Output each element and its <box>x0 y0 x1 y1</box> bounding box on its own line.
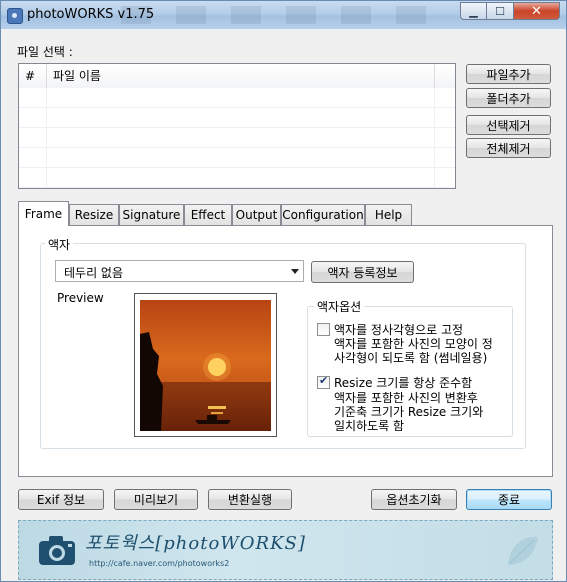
resize-comply-description: 액자를 포함한 사진의 변환후 기준축 크기가 Resize 크기와 일치하도록… <box>334 391 483 433</box>
exit-button[interactable]: 종료 <box>466 489 552 510</box>
file-list[interactable]: # 파일 이름 <box>18 63 456 189</box>
banner-title: 포토웍스[photoWORKS] <box>85 533 306 554</box>
frame-register-button[interactable]: 액자 등록정보 <box>311 261 414 283</box>
file-list-rows <box>19 88 455 188</box>
square-frame-checkbox[interactable] <box>317 323 330 336</box>
resize-comply-label[interactable]: Resize 크기를 항상 준수함 <box>334 374 472 391</box>
column-file-name[interactable]: 파일 이름 <box>47 64 435 88</box>
exif-info-button[interactable]: Exif 정보 <box>18 489 104 510</box>
title-bar-background <box>121 6 441 24</box>
chevron-down-icon <box>291 269 299 274</box>
resize-comply-desc-line: 기준축 크기가 Resize 크기와 <box>334 405 484 419</box>
tab-configuration[interactable]: Configuration <box>281 204 365 225</box>
frame-combo-value: 테두리 없음 <box>64 266 124 280</box>
leaf-icon <box>508 536 538 565</box>
tab-output[interactable]: Output <box>232 204 281 225</box>
maximize-icon: ☐ <box>495 4 505 18</box>
square-frame-label[interactable]: 액자를 정사각형으로 고정 <box>334 321 463 338</box>
close-icon: ✕ <box>531 3 542 19</box>
add-file-button[interactable]: 파일추가 <box>466 64 551 84</box>
resize-comply-checkbox[interactable] <box>317 374 330 389</box>
reset-options-button[interactable]: 옵션초기화 <box>371 489 457 510</box>
add-folder-button[interactable]: 폴더추가 <box>466 88 551 108</box>
minimize-icon: ▁ <box>469 4 478 18</box>
preview-image-frame <box>134 293 277 437</box>
frame-combo[interactable]: 테두리 없음 <box>55 260 304 282</box>
maximize-button[interactable]: ☐ <box>487 2 514 20</box>
square-frame-description: 액자를 포함한 사진의 모양이 정 사각형이 되도록 함 (썸네일용) <box>334 337 493 365</box>
banner-url[interactable]: http://cafe.naver.com/photoworks2 <box>89 559 229 568</box>
square-frame-desc-line: 사각형이 되도록 함 (썸네일용) <box>334 351 488 365</box>
tab-signature[interactable]: Signature <box>119 204 184 225</box>
square-frame-desc-line: 액자를 포함한 사진의 모양이 정 <box>334 337 493 351</box>
remove-selected-button[interactable]: 선택제거 <box>466 115 551 135</box>
camera-icon <box>39 536 75 565</box>
frame-options-title: 액자옵션 <box>314 298 365 315</box>
tab-help[interactable]: Help <box>365 204 412 225</box>
convert-button[interactable]: 변환실행 <box>208 489 292 510</box>
tab-resize[interactable]: Resize <box>69 204 119 225</box>
app-icon[interactable] <box>7 8 23 24</box>
window-title: photoWORKS v1.75 <box>27 7 155 22</box>
remove-all-button[interactable]: 전체제거 <box>466 138 551 158</box>
file-select-label: 파일 선택 : <box>17 45 73 59</box>
close-button[interactable]: ✕ <box>514 2 560 20</box>
tab-frame[interactable]: Frame <box>18 201 69 226</box>
title-bar[interactable]: photoWORKS v1.75 ▁ ☐ ✕ <box>1 1 566 29</box>
preview-image <box>140 300 271 431</box>
file-list-header: # 파일 이름 <box>19 64 455 89</box>
preview-button[interactable]: 미리보기 <box>114 489 198 510</box>
tab-effect[interactable]: Effect <box>184 204 232 225</box>
resize-comply-desc-line: 액자를 포함한 사진의 변환후 <box>334 391 478 405</box>
photoworks-banner[interactable]: 포토웍스[photoWORKS] http://cafe.naver.com/p… <box>18 520 553 580</box>
minimize-button[interactable]: ▁ <box>460 2 487 20</box>
resize-comply-desc-line: 일치하도록 함 <box>334 419 405 433</box>
preview-label: Preview <box>57 291 104 305</box>
main-window: photoWORKS v1.75 ▁ ☐ ✕ 파일 선택 : # 파일 이름 파… <box>0 0 567 582</box>
frame-group-title: 액자 <box>45 236 74 253</box>
column-number[interactable]: # <box>19 64 47 88</box>
